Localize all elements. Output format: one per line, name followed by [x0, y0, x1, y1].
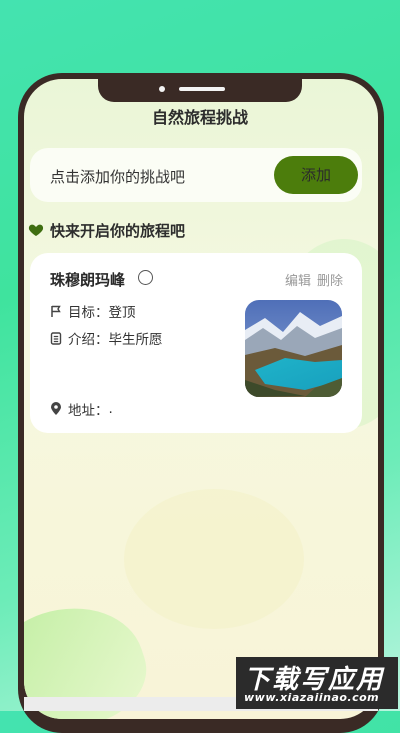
- section-title: 快来开启你的旅程吧: [50, 221, 186, 240]
- address-value: .: [108, 401, 113, 417]
- complete-radio[interactable]: [138, 270, 153, 285]
- section-header: 快来开启你的旅程吧: [28, 220, 185, 240]
- watermark-url: www.xiazaiinao.com: [244, 691, 380, 704]
- add-challenge-bar[interactable]: 点击添加你的挑战吧 添加: [30, 148, 362, 202]
- challenge-name: 珠穆朗玛峰: [50, 271, 126, 289]
- intro-value: 毕生所愿: [108, 332, 163, 348]
- delete-button[interactable]: 删除: [317, 270, 343, 289]
- edit-button[interactable]: 编辑: [285, 270, 311, 289]
- intro-label: 介绍：: [68, 332, 109, 348]
- address-label: 地址：: [68, 403, 109, 419]
- phone-notch: [98, 79, 302, 102]
- intro-row: 介绍： 毕生所愿: [50, 328, 163, 348]
- heart-icon: [28, 224, 44, 236]
- add-button[interactable]: 添加: [274, 156, 358, 194]
- location-pin-icon: [51, 402, 61, 415]
- add-challenge-prompt[interactable]: 点击添加你的挑战吧: [50, 166, 185, 187]
- challenge-card[interactable]: 珠穆朗玛峰 编辑 删除 目标： 登顶 介绍： 毕生所愿 地址： .: [30, 253, 362, 433]
- page-title: 自然旅程挑战: [151, 108, 248, 127]
- challenge-photo: [245, 300, 342, 397]
- goal-label: 目标：: [68, 305, 109, 321]
- goal-row: 目标： 登顶: [50, 301, 136, 321]
- camera-dot: [159, 86, 165, 92]
- speaker-slot: [179, 87, 225, 91]
- goal-value: 登顶: [108, 305, 136, 321]
- document-icon: [50, 331, 62, 345]
- address-row: 地址： .: [50, 399, 113, 419]
- watermark: 下载写应用 www.xiazaiinao.com: [236, 657, 398, 709]
- background-blob: [124, 489, 304, 629]
- flag-icon: [51, 305, 61, 317]
